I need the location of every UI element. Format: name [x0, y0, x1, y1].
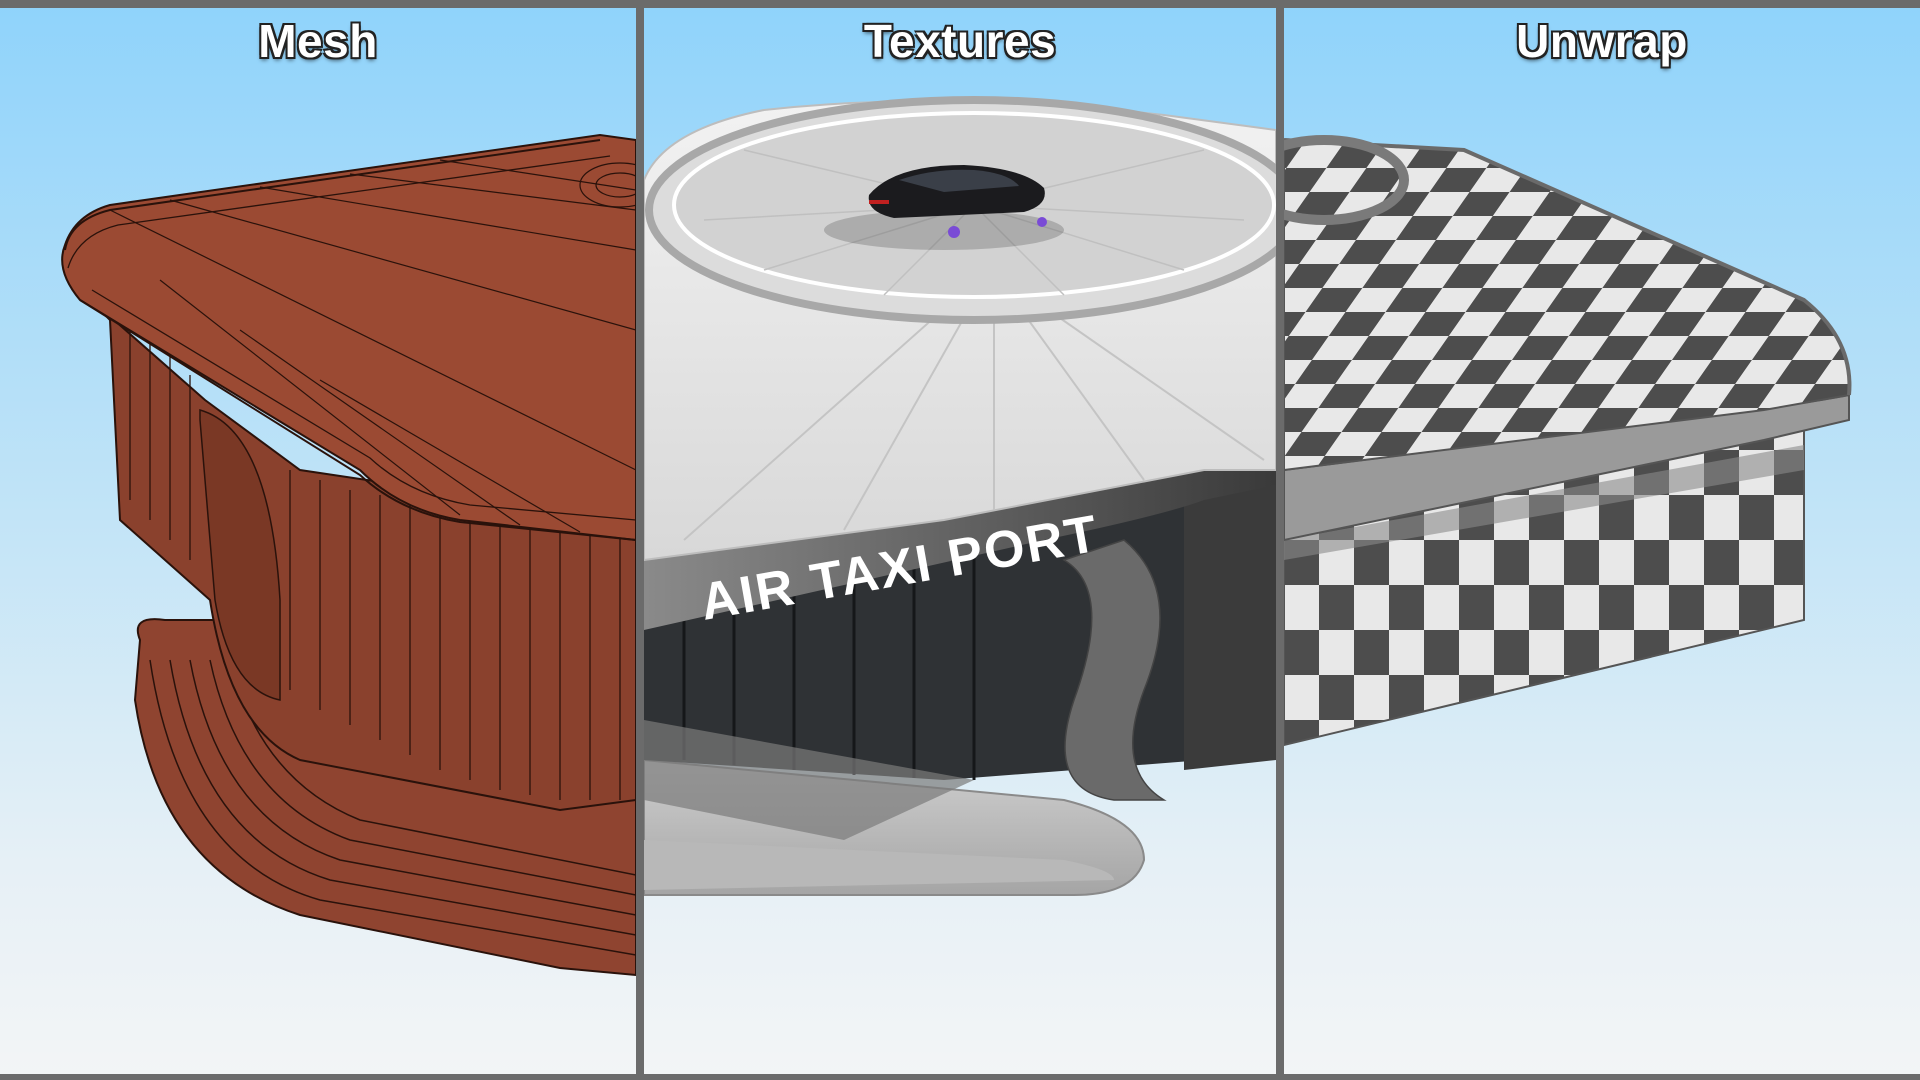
- unwrap-render: [1284, 135, 1852, 747]
- mesh-render: [61, 133, 636, 977]
- panel-title-textures: Textures: [863, 15, 1057, 67]
- panel-title-unwrap: Unwrap: [1516, 15, 1688, 67]
- panel-divider: [636, 0, 644, 1080]
- panel-divider: [1276, 0, 1284, 1080]
- textures-render: AIR TAXI PORT: [644, 96, 1276, 896]
- panel-unwrap: Unwrap: [1284, 0, 1920, 1080]
- panel-mesh: Mesh: [0, 0, 636, 1080]
- frame-top-border: [0, 0, 1920, 8]
- panel-title-mesh: Mesh: [258, 15, 378, 67]
- render-canvas: Mesh AIR TAXI PORT Textures Unwrap: [0, 0, 1920, 1080]
- frame-bottom-border: [0, 1074, 1920, 1080]
- panel-textures: AIR TAXI PORT Textures: [644, 0, 1276, 1080]
